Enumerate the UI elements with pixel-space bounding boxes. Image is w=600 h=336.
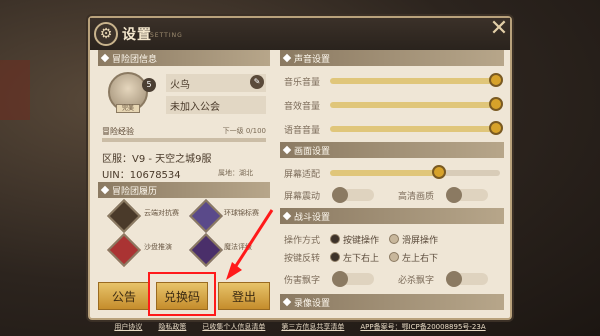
- display-toggles-row: 屏幕震动 高清画质: [284, 186, 500, 204]
- footer-link[interactable]: 用户协议: [114, 322, 142, 336]
- music-volume-slider[interactable]: [330, 73, 503, 87]
- sfx-volume-slider[interactable]: [330, 97, 503, 111]
- hd-label: 高清画质: [398, 191, 435, 202]
- screen-shake-label: 屏幕震动: [284, 191, 321, 202]
- upper-left-lower-right-radio[interactable]: 左上右下: [389, 251, 438, 264]
- voice-volume-label: 语音音量: [284, 125, 321, 136]
- voice-volume-row: 语音音量: [284, 120, 503, 138]
- footer-link[interactable]: 第三方信息共享清单: [281, 322, 344, 336]
- display-header: 画面设置: [280, 142, 504, 158]
- screen-fit-row: 屏幕适配: [284, 164, 500, 182]
- music-volume-label: 音乐音量: [284, 77, 321, 88]
- combat-header: 战斗设置: [280, 208, 504, 224]
- footer-links: 用户协议 隐私政策 已收集个人信息清单 第三方信息共享清单 APP备案号：鄂IC…: [0, 322, 600, 336]
- footer-link[interactable]: APP备案号：鄂ICP备20008895号-23A: [360, 322, 485, 336]
- control-mode-label: 操作方式: [284, 235, 321, 246]
- slider-knob[interactable]: [489, 121, 503, 135]
- settings-right: 声音设置 音乐音量 音效音量 语音音量 画面设置 屏幕适配 屏幕震动 高清画质 …: [280, 50, 504, 315]
- footer-link[interactable]: 已收集个人信息清单: [202, 322, 265, 336]
- screen-fit-label: 屏幕适配: [284, 169, 321, 180]
- swipe-control-radio[interactable]: 滑屏操作: [389, 233, 438, 246]
- slider-knob[interactable]: [432, 165, 446, 179]
- lower-left-upper-right-radio[interactable]: 左下右上: [330, 251, 379, 264]
- footer-link[interactable]: 隐私政策: [158, 322, 186, 336]
- key-reverse-label: 按键反转: [284, 253, 321, 264]
- record-header: 录像设置: [280, 294, 504, 310]
- damage-text-toggle[interactable]: [332, 271, 374, 287]
- key-reverse-row: 按键反转 左下右上 左上右下: [284, 248, 500, 266]
- voice-volume-slider[interactable]: [330, 121, 503, 135]
- sfx-volume-label: 音效音量: [284, 101, 321, 112]
- screen-shake-toggle[interactable]: [332, 187, 374, 203]
- kill-text-label: 必杀飘字: [398, 275, 435, 286]
- music-volume-row: 音乐音量: [284, 72, 503, 90]
- sound-header: 声音设置: [280, 50, 504, 66]
- slider-knob[interactable]: [489, 97, 503, 111]
- control-mode-row: 操作方式 按键操作 滑屏操作: [284, 230, 500, 248]
- damage-text-label: 伤害飘字: [284, 275, 321, 286]
- float-text-row: 伤害飘字 必杀飘字: [284, 270, 500, 288]
- key-control-radio[interactable]: 按键操作: [330, 233, 379, 246]
- screen-fit-slider[interactable]: [330, 165, 500, 179]
- sfx-volume-row: 音效音量: [284, 96, 503, 114]
- kill-text-toggle[interactable]: [446, 271, 488, 287]
- hd-toggle[interactable]: [446, 187, 488, 203]
- slider-knob[interactable]: [489, 73, 503, 87]
